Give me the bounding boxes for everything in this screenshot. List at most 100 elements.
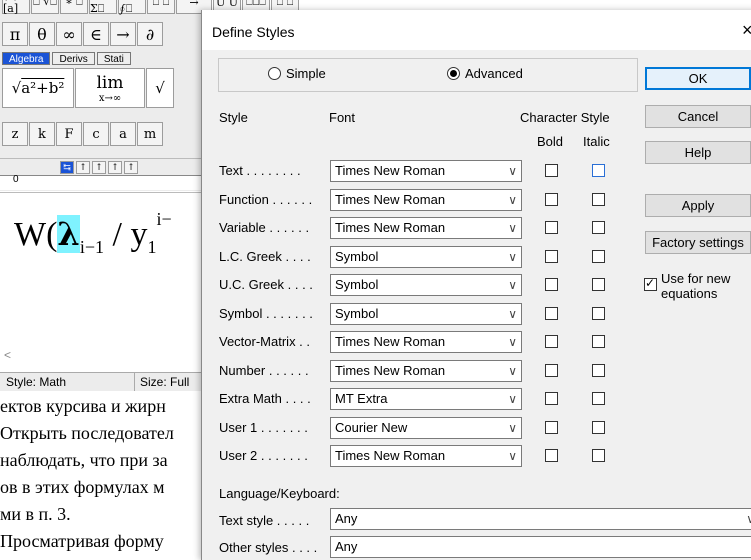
- font-select-value: Symbol: [335, 248, 379, 264]
- bold-checkbox[interactable]: [545, 278, 558, 291]
- bold-checkbox[interactable]: [545, 164, 558, 177]
- equation-editor[interactable]: W(λi−1 / y1 i− <: [0, 192, 205, 362]
- tab-stop-button[interactable]: ↑: [108, 161, 122, 174]
- italic-checkbox[interactable]: [592, 306, 605, 320]
- template-button[interactable]: Σ⎕ Σ⎕: [89, 0, 117, 15]
- chevron-down-icon: ∨: [508, 278, 517, 292]
- chevron-down-icon: ∨: [508, 363, 517, 378]
- chevron-down-icon: ∨: [746, 512, 751, 526]
- italic-checkbox[interactable]: [592, 192, 605, 206]
- chevron-down-icon: ∨: [508, 392, 517, 406]
- bold-checkbox[interactable]: [545, 392, 558, 405]
- bold-checkbox[interactable]: [545, 192, 558, 206]
- dialog-titlebar: Define Styles ×: [202, 10, 751, 50]
- font-select[interactable]: Symbol ∨: [330, 302, 522, 325]
- symbol-button[interactable]: →: [110, 22, 136, 46]
- font-select-value: Times New Roman: [335, 191, 446, 207]
- toolbar-row-templates-large: √a²+b² lim x→∞ √: [2, 68, 174, 108]
- symbol-button[interactable]: ∂: [137, 22, 163, 46]
- bold-checkbox[interactable]: [545, 335, 558, 348]
- template-button[interactable]: (a) [a]: [2, 0, 30, 15]
- equation-lambda: λ: [57, 215, 80, 253]
- bold-checkbox[interactable]: [545, 420, 558, 434]
- tab-stop-buttons: ↹ ↑ ↑ ↑ ↑: [60, 161, 138, 174]
- tab-stop-button[interactable]: ↑: [124, 161, 138, 174]
- tab-derivs[interactable]: Derivs: [52, 52, 95, 65]
- font-style-button[interactable]: c: [83, 122, 109, 146]
- symbol-button[interactable]: ∈: [83, 22, 109, 46]
- dialog-title: Define Styles: [212, 24, 295, 40]
- bold-checkbox[interactable]: [545, 249, 558, 263]
- italic-checkbox[interactable]: [592, 392, 605, 405]
- scroll-left-icon[interactable]: <: [4, 348, 11, 362]
- other-styles-select[interactable]: Any: [330, 536, 751, 558]
- document-line: ми в п. 3.: [0, 504, 71, 524]
- document-line: Открыть последовател: [0, 423, 174, 443]
- tab-algebra[interactable]: Algebra: [2, 52, 51, 65]
- italic-checkbox[interactable]: [592, 363, 605, 377]
- style-row-label: Symbol . . . . . . .: [219, 305, 313, 321]
- equation-slash: /: [104, 216, 131, 253]
- italic-checkbox[interactable]: [592, 164, 605, 177]
- style-row-label: User 2 . . . . . . .: [219, 448, 308, 463]
- italic-checkbox[interactable]: [592, 249, 605, 263]
- tab-stati[interactable]: Stati: [96, 52, 131, 65]
- help-button[interactable]: Help: [645, 141, 751, 164]
- close-icon[interactable]: ×: [742, 20, 751, 41]
- chevron-down-icon: ∨: [508, 192, 517, 207]
- template-button[interactable]: ⎕ √⎕: [31, 0, 59, 14]
- bold-checkbox[interactable]: [545, 221, 558, 234]
- italic-checkbox[interactable]: [592, 449, 605, 462]
- limit-template-button[interactable]: lim x→∞: [75, 68, 145, 108]
- bold-checkbox[interactable]: [545, 449, 558, 462]
- font-style-button[interactable]: m: [137, 122, 163, 146]
- chevron-down-icon: ∨: [508, 164, 517, 178]
- apply-button[interactable]: Apply: [645, 194, 751, 217]
- other-styles-label: Other styles . . . .: [219, 540, 318, 555]
- tab-stop-button[interactable]: ↑: [92, 161, 106, 174]
- font-select[interactable]: Times New Roman ∨: [330, 217, 522, 239]
- font-select[interactable]: Symbol ∨: [330, 274, 522, 296]
- advanced-radio[interactable]: [447, 67, 460, 80]
- symbol-button[interactable]: θ: [29, 22, 55, 46]
- character-style-header: Character Style: [520, 110, 610, 125]
- italic-checkbox[interactable]: [592, 278, 605, 291]
- template-button[interactable]: ∫⎕ ∮⎕: [118, 0, 146, 15]
- font-select[interactable]: Times New Roman ∨: [330, 445, 522, 467]
- chevron-down-icon: ∨: [508, 249, 517, 264]
- tab-stop-button[interactable]: ↹: [60, 161, 74, 174]
- font-style-button[interactable]: a: [110, 122, 136, 146]
- italic-checkbox[interactable]: [592, 335, 605, 348]
- tab-stop-button[interactable]: ↑: [76, 161, 90, 174]
- bold-checkbox[interactable]: [545, 306, 558, 320]
- font-select[interactable]: Times New Roman ∨: [330, 188, 522, 211]
- italic-checkbox[interactable]: [592, 221, 605, 234]
- bold-checkbox[interactable]: [545, 363, 558, 377]
- symbol-button[interactable]: ∞: [56, 22, 82, 46]
- template-button[interactable]: ∗ ⎕: [60, 0, 88, 14]
- font-style-button[interactable]: z: [2, 122, 28, 146]
- font-select[interactable]: MT Extra ∨: [330, 388, 522, 410]
- symbol-button[interactable]: π: [2, 22, 28, 46]
- font-style-button[interactable]: k: [29, 122, 55, 146]
- template-button[interactable]: ⎕ ⎕: [147, 0, 175, 14]
- factory-settings-button[interactable]: Factory settings: [645, 231, 751, 254]
- italic-checkbox[interactable]: [592, 420, 605, 434]
- font-select[interactable]: Symbol ∨: [330, 245, 522, 268]
- ruler-zero: 0: [13, 174, 19, 185]
- text-style-select[interactable]: Any ∨: [330, 508, 751, 530]
- simple-radio[interactable]: [268, 67, 281, 80]
- sqrt-template-button[interactable]: √a²+b²: [2, 68, 74, 108]
- ok-button[interactable]: OK: [645, 67, 751, 90]
- cancel-button[interactable]: Cancel: [645, 105, 751, 128]
- font-select[interactable]: Courier New ∨: [330, 416, 522, 439]
- font-select[interactable]: Times New Roman ∨: [330, 359, 522, 382]
- font-select[interactable]: Times New Roman ∨: [330, 160, 522, 182]
- font-select[interactable]: Times New Roman ∨: [330, 331, 522, 353]
- advanced-radio-label: Advanced: [465, 66, 523, 81]
- partial-template-button[interactable]: √: [146, 68, 174, 108]
- use-for-new-equations-checkbox[interactable]: [644, 276, 657, 291]
- bold-column-header: Bold: [537, 134, 564, 149]
- font-select-value: Times New Roman: [335, 163, 446, 178]
- font-style-button[interactable]: F: [56, 122, 82, 146]
